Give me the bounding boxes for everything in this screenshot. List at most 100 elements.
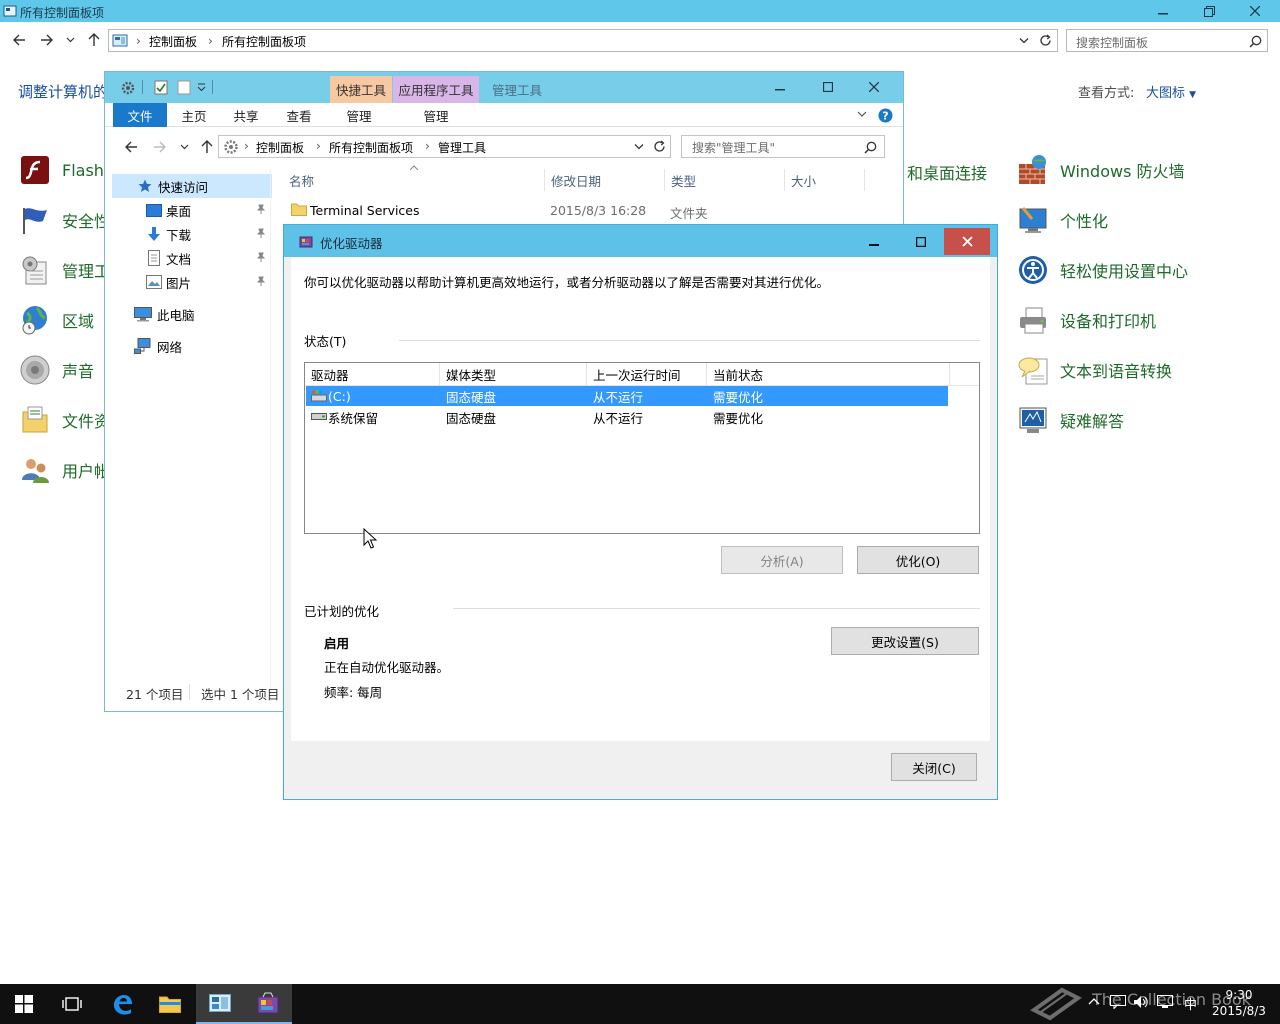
refresh-button[interactable] (1039, 34, 1052, 47)
cp-item-security[interactable]: 安全性 (18, 202, 110, 238)
search-icon[interactable] (864, 141, 877, 154)
cp-item-text-to-speech[interactable]: 文本到语音转换 (1016, 352, 1188, 388)
optimize-button[interactable]: 优化(O) (857, 546, 979, 574)
clock[interactable]: 9:30 2015/8/3 (1206, 987, 1272, 1021)
tree-quick-access[interactable]: 快速访问 (112, 174, 272, 198)
show-hidden-icons-button[interactable] (1088, 997, 1100, 1005)
column-type[interactable]: 类型 (665, 169, 785, 191)
cp-item-user-accounts[interactable]: 用户帐 (18, 452, 110, 488)
optimize-drives-taskbar-button[interactable] (244, 984, 292, 1024)
breadcrumb-all-items[interactable]: 所有控制面板项 (329, 139, 413, 156)
control-panel-taskbar-button[interactable] (196, 984, 244, 1024)
breadcrumb-all-items[interactable]: 所有控制面板项 (222, 33, 306, 50)
search-icon[interactable] (1249, 35, 1262, 48)
network-tray-button[interactable] (1157, 995, 1173, 1009)
picture-icon (146, 275, 162, 289)
maximize-button[interactable] (898, 228, 944, 255)
arrow-right-icon (154, 141, 166, 153)
tab-home[interactable]: 主页 (171, 103, 217, 127)
tab-manage-shortcut[interactable]: 管理 (333, 103, 385, 127)
cp-item-region[interactable]: 区域 (18, 302, 110, 338)
recent-locations-button[interactable] (66, 36, 75, 44)
search-input[interactable]: 搜索"管理工具" (681, 135, 885, 158)
cp-item-remote-desktop[interactable]: 和桌面连接 (907, 160, 987, 184)
cp-item-admin-tools[interactable]: 管理工 (18, 252, 110, 288)
tab-view[interactable]: 查看 (276, 103, 322, 127)
column-size[interactable]: 大小 (785, 169, 865, 191)
close-button[interactable] (944, 228, 990, 255)
properties-button[interactable] (154, 80, 168, 95)
up-button[interactable] (200, 139, 214, 154)
column-name[interactable]: 名称 (283, 169, 545, 191)
tab-file[interactable]: 文件 (113, 103, 167, 127)
restore-button[interactable] (1186, 0, 1232, 22)
tree-desktop[interactable]: 桌面 (112, 198, 272, 222)
cp-item-flash[interactable]: Flash (18, 152, 110, 188)
cp-item-file-explorer-options[interactable]: 文件资 (18, 402, 110, 438)
start-button[interactable] (0, 984, 48, 1024)
minimize-button[interactable] (757, 76, 803, 98)
drive-status: 需要优化 (713, 410, 764, 426)
column-last-run[interactable]: 上一次运行时间 (587, 363, 707, 385)
drive-row-c[interactable]: (C:) 固态硬盘 从不运行 需要优化 (306, 386, 948, 406)
breadcrumb-control-panel[interactable]: 控制面板 (149, 33, 197, 50)
column-current-status[interactable]: 当前状态 (707, 363, 950, 385)
tree-network[interactable]: 网络 (112, 334, 272, 358)
file-explorer-button[interactable] (146, 984, 194, 1024)
defrag-icon (257, 992, 279, 1014)
close-button[interactable] (851, 76, 897, 98)
volume-button[interactable] (1133, 995, 1149, 1009)
cp-item-firewall[interactable]: Windows 防火墙 (1016, 152, 1188, 188)
tab-manage-app[interactable]: 管理 (408, 103, 464, 127)
edge-button[interactable] (98, 984, 146, 1024)
column-drive[interactable]: 驱动器 (305, 363, 440, 385)
customize-toolbar-button[interactable] (197, 83, 206, 92)
context-tab-app-tools[interactable]: 应用程序工具 (393, 76, 479, 103)
address-dropdown-button[interactable] (1019, 37, 1029, 45)
context-tab-shortcut-tools[interactable]: 快捷工具 (330, 76, 392, 103)
column-media-type[interactable]: 媒体类型 (440, 363, 587, 385)
forward-button[interactable] (153, 140, 167, 154)
breadcrumb-admin-tools[interactable]: 管理工具 (438, 139, 486, 156)
back-button[interactable] (12, 33, 26, 47)
task-view-button[interactable] (48, 984, 96, 1024)
close-dialog-button[interactable]: 关闭(C) (891, 753, 977, 781)
tab-share[interactable]: 共享 (223, 103, 269, 127)
address-bar[interactable]: › 控制面板 › 所有控制面板项 (108, 29, 1058, 52)
close-button[interactable] (1232, 0, 1278, 22)
expand-ribbon-button[interactable] (857, 111, 867, 118)
back-button[interactable] (124, 140, 138, 154)
minimize-button[interactable] (1140, 0, 1186, 22)
minimize-button[interactable] (851, 228, 897, 255)
maximize-button[interactable] (805, 76, 851, 98)
cp-item-troubleshooting[interactable]: 疑难解答 (1016, 402, 1188, 438)
clock-time: 9:30 (1225, 988, 1253, 1002)
cp-item-sound[interactable]: 声音 (18, 352, 110, 388)
cp-item-personalization[interactable]: 个性化 (1016, 202, 1188, 238)
address-dropdown-button[interactable] (634, 143, 644, 151)
cp-item-devices-printers[interactable]: 设备和打印机 (1016, 302, 1188, 338)
address-bar[interactable]: › 控制面板 › 所有控制面板项 › 管理工具 (218, 135, 671, 158)
up-button[interactable] (87, 32, 101, 47)
analyze-button[interactable]: 分析(A) (721, 546, 843, 574)
tree-downloads[interactable]: 下载 (112, 222, 272, 246)
action-center-button[interactable] (1110, 995, 1126, 1009)
tree-this-pc[interactable]: 此电脑 (112, 302, 272, 326)
refresh-button[interactable] (653, 140, 666, 153)
new-folder-button[interactable] (177, 80, 191, 95)
tree-documents[interactable]: 文档 (112, 246, 272, 270)
breadcrumb-control-panel[interactable]: 控制面板 (256, 139, 304, 156)
recent-locations-button[interactable] (180, 143, 189, 151)
tree-pictures[interactable]: 图片 (112, 270, 272, 294)
help-button[interactable]: ? (878, 108, 893, 123)
search-input[interactable]: 搜索控制面板 (1066, 29, 1268, 52)
drive-row-system-reserved[interactable]: 系统保留 固态硬盘 从不运行 需要优化 (306, 407, 948, 427)
column-date-modified[interactable]: 修改日期 (545, 169, 665, 191)
change-settings-button[interactable]: 更改设置(S) (831, 627, 979, 655)
cp-item-ease-of-access[interactable]: 轻松使用设置中心 (1016, 252, 1188, 288)
forward-button[interactable] (40, 33, 54, 47)
file-row[interactable]: Terminal Services 2015/8/3 16:28 文件夹 (283, 200, 883, 221)
drive-list[interactable]: 驱动器 媒体类型 上一次运行时间 当前状态 (C:) 固态硬盘 从不运行 需要优… (304, 362, 980, 534)
input-method-indicator[interactable]: 中 (1184, 994, 1197, 1013)
view-by-dropdown[interactable]: 大图标 ▼ (1146, 82, 1196, 101)
